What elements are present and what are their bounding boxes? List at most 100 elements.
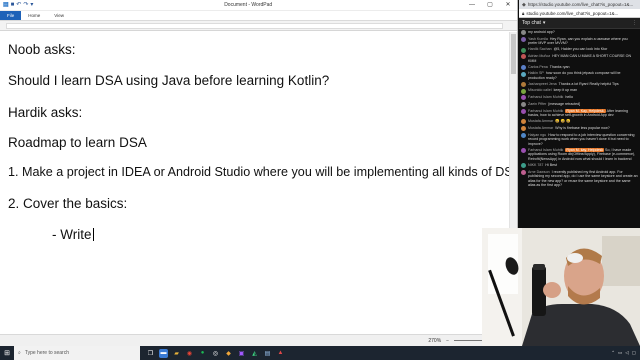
chat-message-body: Haikin SP how soon do you think jetpack c… (528, 71, 638, 80)
chat-author[interactable]: NIKK 787 (528, 163, 543, 167)
document-area[interactable]: Noob asks: Should I learn DSA using Java… (0, 32, 510, 334)
zoom-out-icon[interactable]: − (446, 338, 449, 344)
chat-message: Hardik Sachan @5, Halder you can look int… (521, 47, 638, 53)
wordpad-taskbar-icon[interactable]: ▤ (263, 349, 272, 358)
title-bar: ▤ ■ ↶ ↷ ▾ Document - WordPad — ▢ ✕ (0, 0, 517, 11)
search-icon: ⌕ (18, 350, 21, 356)
chat-message: Mustafa Ammar 😀 😀 😀 (521, 119, 638, 125)
status-bar: 270% − + (0, 334, 518, 346)
volume-icon[interactable]: ◁ (625, 350, 628, 356)
avatar[interactable] (521, 119, 526, 125)
address-text: studio.youtube.com/live_chat?is_popout=1… (526, 10, 619, 16)
taskbar-search[interactable]: ⌕ Type here to search (14, 346, 140, 360)
close-icon[interactable]: ✕ (499, 0, 517, 11)
chat-message-body: Carlos Pena Thanks ryan (528, 65, 570, 70)
avatar[interactable] (521, 54, 526, 60)
app-icon-orange[interactable]: ◆ (224, 349, 233, 358)
chat-message: Arne Dawson I recently published my first… (521, 170, 638, 188)
chat-text: Hi Best (545, 162, 557, 167)
chat-author[interactable]: Haikin SP (528, 71, 544, 75)
network-icon[interactable]: ▭ (618, 350, 622, 356)
file-explorer-icon[interactable]: ▬ (159, 348, 168, 358)
avatar[interactable] (521, 95, 526, 101)
avatar[interactable] (521, 132, 526, 138)
browser-tab-url: https://studio.youtube.com/live_chat?is_… (527, 2, 634, 7)
taskbar-pinned-apps: ❐ ▬ ▰ ◉ ● ◎ ◆ ▣ ◭ ▤ ▲ (146, 348, 285, 358)
redo-icon[interactable]: ↷ (23, 2, 28, 8)
chat-message-body: Zaein Pfifer [message retracted] (528, 102, 580, 107)
doc-paragraph: Should I learn DSA using Java before lea… (8, 73, 330, 88)
folder-icon[interactable]: ▰ (172, 349, 181, 358)
chat-text: Thanks a lot Ryan! Really helpful Tips (558, 81, 619, 86)
doc-paragraph-text: - Write (52, 227, 92, 242)
ruler-band (6, 23, 503, 29)
minimize-icon[interactable]: — (463, 0, 481, 11)
app-icon-red[interactable]: ▲ (276, 349, 285, 358)
chevron-down-icon[interactable]: ▾ (543, 20, 546, 26)
more-options-icon[interactable]: ⋮ (632, 20, 637, 26)
maximize-icon[interactable]: ▢ (481, 0, 499, 11)
zoom-level: 270% (428, 337, 442, 344)
tab-file[interactable]: File (0, 11, 22, 20)
chat-message: Yash Kumila Hey Ryan, can you explain a u… (521, 37, 638, 46)
chat-author[interactable]: Jashanpreet Jena (528, 82, 557, 86)
notification-icon[interactable]: ▢ (632, 350, 636, 356)
avatar[interactable] (521, 88, 526, 94)
obs-icon[interactable]: ◎ (211, 349, 220, 358)
avatar[interactable] (521, 64, 526, 70)
address-bar[interactable]: 🔒︎ studio.youtube.com/live_chat?is_popou… (519, 9, 640, 18)
webcam-image (482, 228, 640, 346)
chat-author[interactable]: Hardik Sachan (528, 47, 552, 51)
chrome-icon[interactable]: ◉ (185, 349, 194, 358)
avatar[interactable] (521, 169, 526, 175)
avatar[interactable] (521, 47, 526, 53)
avatar[interactable] (521, 126, 526, 132)
chat-author[interactable]: Arne Dawson (528, 170, 550, 174)
intellij-icon[interactable]: ▣ (237, 349, 246, 358)
tab-view[interactable]: View (47, 11, 71, 20)
undo-icon[interactable]: ↶ (16, 2, 21, 8)
lock-icon: 🔒︎ (522, 10, 525, 16)
chat-author[interactable]: Mustafa Ammar (528, 126, 553, 130)
spotify-icon[interactable]: ● (198, 349, 207, 358)
wordpad-window: ▤ ■ ↶ ↷ ▾ Document - WordPad — ▢ ✕ File … (0, 0, 518, 346)
chat-author[interactable]: Farhanul Islam Muhtik (528, 109, 563, 113)
avatar[interactable] (521, 147, 526, 153)
chat-author[interactable]: Haiyan ngu (528, 133, 546, 137)
chat-text: @5, Halder you can look into Ktor (553, 47, 608, 52)
avatar[interactable] (521, 36, 526, 42)
windows-start-icon[interactable]: ⊞ (0, 346, 14, 360)
chat-author[interactable]: Farhanul Islam Muhtik (528, 148, 563, 152)
scrollbar-thumb[interactable] (511, 34, 516, 74)
task-view-icon[interactable]: ❐ (146, 349, 155, 358)
chat-message: Mustafa Ammar Why is firebase less popula… (521, 126, 638, 132)
chat-author[interactable]: Farhanul Islam Muhtik (528, 95, 563, 99)
avatar[interactable] (521, 108, 526, 114)
avatar[interactable] (521, 102, 526, 108)
avatar[interactable] (521, 71, 526, 77)
chat-message: Misonido caliel keep it up man (521, 88, 638, 94)
chat-message-body: Mustafa Ammar 😀 😀 😀 (528, 119, 571, 124)
chat-author[interactable]: Mustafa Ammar (528, 119, 553, 123)
android-studio-icon[interactable]: ◭ (250, 349, 259, 358)
avatar[interactable] (521, 82, 526, 88)
chat-author[interactable]: Zaein Pfifer (528, 102, 546, 106)
chat-message: my android app? (521, 30, 638, 36)
avatar[interactable] (521, 163, 526, 169)
window-title: Document - WordPad (224, 2, 273, 8)
chat-message: Jashanpreet Jena Thanks a lot Ryan! Reall… (521, 81, 638, 88)
chat-text: keep it up man (553, 88, 578, 93)
tray-chevron-icon[interactable]: ⌃ (611, 350, 615, 356)
tab-home[interactable]: Home (21, 11, 47, 20)
chat-message-body: Farhanul Islam Muhtik hello (528, 95, 573, 100)
quick-access-toolbar: ▤ ■ ↶ ↷ ▾ (0, 2, 33, 8)
chat-author[interactable]: Adrian Muñoz (528, 54, 550, 58)
page-icon: ◆ (522, 1, 526, 8)
avatar[interactable] (521, 30, 526, 36)
chat-author[interactable]: Carlos Pena (528, 65, 548, 69)
webcam-overlay (482, 228, 640, 346)
chat-author[interactable]: Yash Kumila (528, 37, 548, 41)
chat-mode-selector[interactable]: Top chat (522, 20, 541, 26)
chat-author[interactable]: Misonido caliel (528, 88, 552, 92)
save-icon[interactable]: ■ (11, 2, 15, 8)
